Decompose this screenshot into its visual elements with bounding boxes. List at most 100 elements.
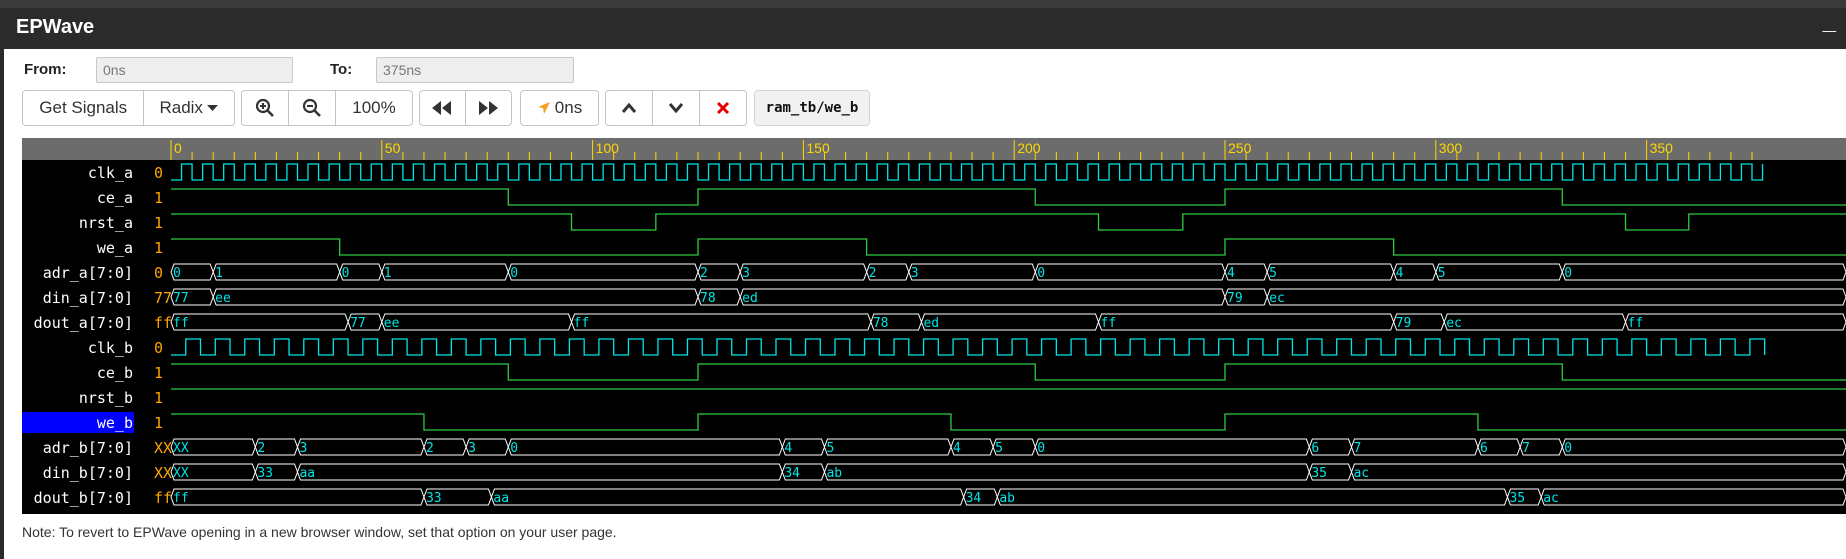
signal-name[interactable]: we_b [97,414,133,432]
bus-segment-label: ed [923,316,939,331]
waveform-pane[interactable] [171,160,1846,514]
signal-name[interactable]: adr_a[7:0] [43,264,133,282]
bus-segment-label: 5 [1438,266,1446,281]
ruler-tick-label: 0 [174,140,182,156]
bus-segment-label: 1 [215,266,223,281]
signal-value: 1 [154,189,163,207]
signal-name[interactable]: nrst_b [79,389,133,407]
ruler-tick-label: 150 [806,140,830,156]
ruler-tick-label: 100 [596,140,620,156]
bus-segment-label: 35 [1509,491,1525,506]
bus-segment-label: ec [1446,316,1462,331]
bus-segment-label: 79 [1227,291,1243,306]
bus-segment-label: 2 [869,266,877,281]
bus-segment-label: 2 [700,266,708,281]
bus-segment-label: 7 [1522,441,1530,456]
bus-segment-label: XX [173,441,189,456]
signal-value: 1 [154,214,163,232]
bus-segment-label: 0 [1564,266,1572,281]
bus-segment-label: ff [173,491,189,506]
signal-name[interactable]: clk_b [88,339,133,357]
bus-segment-label: 3 [468,441,476,456]
signal-name[interactable]: adr_b[7:0] [43,439,133,457]
bus-segment-label: 4 [784,441,792,456]
ruler-tick-label: 250 [1228,140,1252,156]
bus-segment-label: 78 [873,316,889,331]
signal-name[interactable]: ce_a [97,189,133,207]
bus-segment-label: 6 [1480,441,1488,456]
bus-segment-label: XX [173,466,189,481]
bus-segment-label: 3 [742,266,750,281]
footer-note: Note: To revert to EPWave opening in a n… [22,524,617,540]
signal-name[interactable]: dout_a[7:0] [34,314,133,332]
signal-value: XX [154,439,172,457]
bus-segment-label: aa [493,491,509,506]
bus-segment-label: ff [173,316,189,331]
waveform-viewer[interactable]: 0 50 100 150 200 250 300 350clk_a 0ce_a 1nrst_a 1w… [0,0,1846,559]
signal-name[interactable]: we_a [97,239,133,257]
signal-value: 1 [154,364,163,382]
bus-segment-label: 2 [426,441,434,456]
bus-segment-label: ff [1628,316,1644,331]
signal-name[interactable]: din_b[7:0] [43,464,133,482]
signal-value: 1 [154,239,163,257]
bus-segment-label: 5 [1269,266,1277,281]
ruler-tick-label: 350 [1650,140,1674,156]
signal-name[interactable]: dout_b[7:0] [34,489,133,507]
bus-segment-label: 6 [1311,441,1319,456]
bus-segment-label: 78 [700,291,716,306]
bus-segment-label: ab [826,466,842,481]
signal-value: ff [154,489,172,507]
bus-segment-label: 1 [384,266,392,281]
signal-name[interactable]: nrst_a [79,214,133,232]
signal-value: 0 [154,164,163,182]
ruler-tick-label: 200 [1017,140,1041,156]
bus-segment-label: 0 [1037,266,1045,281]
bus-segment-label: 34 [966,491,982,506]
ruler-tick-label: 300 [1439,140,1463,156]
bus-segment-label: 5 [826,441,834,456]
bus-segment-label: 33 [257,466,273,481]
bus-segment-label: 3 [299,441,307,456]
bus-segment-label: 79 [1396,316,1412,331]
bus-segment-label: 0 [1037,441,1045,456]
bus-segment-label: 0 [342,266,350,281]
bus-segment-label: 0 [510,266,518,281]
bus-segment-label: 77 [173,291,189,306]
bus-segment-label: ee [384,316,400,331]
bus-segment-label: ac [1353,466,1369,481]
bus-segment-label: ec [1269,291,1285,306]
bus-segment-label: 0 [173,266,181,281]
ruler-corner [22,138,171,160]
bus-segment-label: 35 [1311,466,1327,481]
bus-segment-label: ab [999,491,1015,506]
bus-segment-label: ed [742,291,758,306]
signal-value: 0 [154,264,163,282]
signal-value: 1 [154,414,163,432]
signal-value: 0 [154,339,163,357]
bus-segment-label: 7 [1353,441,1361,456]
bus-segment-label: 5 [995,441,1003,456]
bus-segment-label: 33 [426,491,442,506]
signal-value: ff [154,314,172,332]
bus-segment-label: ac [1543,491,1559,506]
bus-segment-label: 4 [953,441,961,456]
signal-value: 1 [154,389,163,407]
bus-segment-label: 0 [1564,441,1572,456]
bus-segment-label: 4 [1396,266,1404,281]
signal-name[interactable]: ce_b [97,364,133,382]
time-ruler[interactable] [171,138,1846,160]
bus-segment-label: 3 [911,266,919,281]
signal-name[interactable]: clk_a [88,164,133,182]
bus-segment-label: ee [215,291,231,306]
bus-segment-label: ff [1101,316,1117,331]
signal-name[interactable]: din_a[7:0] [43,289,133,307]
bus-segment-label: 4 [1227,266,1235,281]
bus-segment-label: 0 [510,441,518,456]
bus-segment-label: 34 [784,466,800,481]
bus-segment-label: ff [574,316,590,331]
signal-value: XX [154,464,172,482]
signal-value: 77 [154,289,172,307]
bus-segment-label: aa [299,466,315,481]
ruler-tick-label: 50 [385,140,401,156]
